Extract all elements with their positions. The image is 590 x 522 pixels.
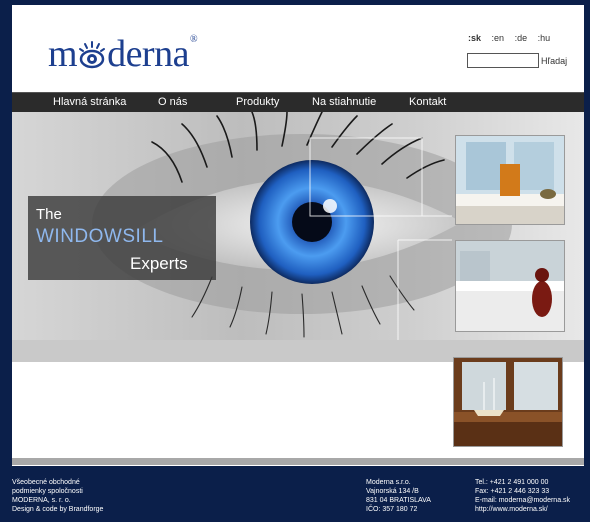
footer-credit[interactable]: Design & code by Brandforge: [12, 505, 103, 514]
windowsill-photo-candle: [455, 135, 565, 225]
footer-fax: Fax: +421 2 446 323 33: [475, 488, 550, 495]
lang-de-link[interactable]: :de: [515, 33, 528, 43]
lang-en-link[interactable]: :en: [492, 33, 505, 43]
nav-item-home[interactable]: Hlavná stránka: [53, 96, 126, 108]
language-switcher: :sk :en :de :hu: [468, 33, 558, 43]
logo-eye-icon: [77, 40, 107, 70]
lang-hu-link[interactable]: :hu: [538, 33, 551, 43]
footer-terms-line3: MODERNA, s. r. o.: [12, 497, 71, 504]
nav-item-downloads[interactable]: Na stiahnutie: [312, 96, 376, 108]
page: m derna® :sk :en :de :hu Hľadaj Hlavná s…: [12, 5, 584, 470]
search-button[interactable]: Hľadaj: [541, 56, 567, 66]
footer-col-terms: Všeobecné obchodné podmienky spoločnosti…: [12, 478, 103, 514]
footer-website-link[interactable]: http://www.moderna.sk/: [475, 505, 570, 514]
main-nav: Hlavná stránka O nás Produkty Na stiahnu…: [12, 92, 584, 112]
footer-email-link[interactable]: E-mail: moderna@moderna.sk: [475, 496, 570, 505]
tagline-windowsill: WINDOWSILL: [36, 226, 164, 247]
footer-col-contact: Tel.: +421 2 491 000 00 Fax: +421 2 446 …: [475, 478, 570, 514]
lang-sk-link[interactable]: :sk: [468, 33, 481, 43]
footer-company: Moderna s.r.o.: [366, 479, 411, 486]
windowsill-photo-cat: [455, 240, 565, 332]
nav-item-products[interactable]: Produkty: [236, 96, 279, 108]
logo-registered-mark: ®: [189, 34, 198, 45]
footer-city: 831 04 BRATISLAVA: [366, 497, 431, 504]
footer: Všeobecné obchodné podmienky spoločnosti…: [0, 466, 590, 522]
footer-ico: IČO: 357 180 72: [366, 506, 418, 513]
frame-right: [584, 0, 590, 470]
tagline-box: The WINDOWSILL Experts: [28, 196, 216, 280]
footer-tel: Tel.: +421 2 491 000 00: [475, 479, 549, 486]
footer-col-address: Moderna s.r.o. Vajnorská 134 /B 831 04 B…: [366, 478, 431, 514]
search-input[interactable]: [467, 53, 539, 68]
frame-left: [0, 0, 12, 470]
windowsill-photo-ship: [453, 357, 563, 447]
logo-text-start: m: [48, 33, 78, 75]
tagline-experts: Experts: [130, 254, 188, 273]
nav-item-about[interactable]: O nás: [158, 96, 187, 108]
logo-text-end: derna: [107, 33, 189, 75]
hero-banner: The WINDOWSILL Experts: [12, 112, 584, 380]
footer-street: Vajnorská 134 /B: [366, 488, 419, 495]
bottom-grey-bar: [12, 458, 584, 465]
nav-item-contact[interactable]: Kontakt: [409, 96, 446, 108]
tagline-the: The: [36, 206, 62, 223]
footer-terms-line1[interactable]: Všeobecné obchodné: [12, 478, 103, 487]
footer-terms-line2[interactable]: podmienky spoločnosti: [12, 487, 103, 496]
logo[interactable]: m derna®: [48, 33, 198, 75]
